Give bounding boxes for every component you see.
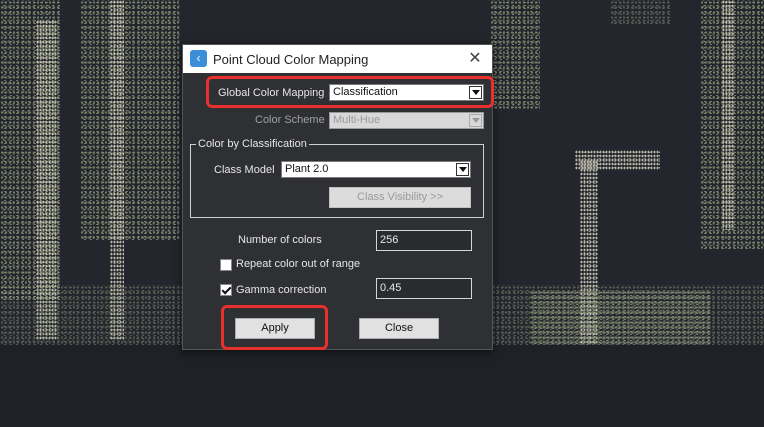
- chevron-down-icon[interactable]: [469, 114, 482, 127]
- point-cloud-pipe: [722, 0, 734, 230]
- repeat-color-label: Repeat color out of range: [236, 258, 361, 270]
- point-cloud-color-mapping-dialog: ‹ Point Cloud Color Mapping ✕ Global Col…: [182, 44, 493, 350]
- dialog-title: Point Cloud Color Mapping: [213, 52, 369, 67]
- class-model-dropdown[interactable]: Plant 2.0: [281, 161, 471, 178]
- close-icon[interactable]: ✕: [465, 49, 485, 69]
- point-cloud-structure: [490, 0, 540, 110]
- app-icon: ‹: [190, 50, 207, 67]
- class-model-label: Class Model: [214, 164, 275, 176]
- class-visibility-button[interactable]: Class Visibility >>: [329, 187, 471, 208]
- apply-button[interactable]: Apply: [235, 318, 315, 339]
- close-button[interactable]: Close: [359, 318, 439, 339]
- global-color-mapping-dropdown[interactable]: Classification: [329, 84, 484, 101]
- number-of-colors-input[interactable]: 256: [376, 230, 472, 251]
- chevron-down-icon[interactable]: [469, 86, 482, 99]
- floor-area: [0, 345, 764, 427]
- global-color-mapping-label: Global Color Mapping: [218, 87, 325, 99]
- repeat-color-checkbox[interactable]: [220, 259, 232, 271]
- global-color-mapping-value: Classification: [333, 86, 398, 98]
- point-cloud-structure: [80, 0, 180, 240]
- color-scheme-label: Color Scheme: [255, 114, 325, 126]
- gamma-correction-input[interactable]: 0.45: [376, 278, 472, 299]
- gamma-correction-label: Gamma correction: [236, 284, 327, 296]
- color-scheme-value: Multi-Hue: [333, 114, 381, 126]
- number-of-colors-label: Number of colors: [238, 234, 322, 246]
- point-cloud-structure: [610, 0, 670, 25]
- title-bar[interactable]: ‹ Point Cloud Color Mapping ✕: [183, 45, 492, 73]
- chevron-down-icon[interactable]: [456, 163, 469, 176]
- class-model-value: Plant 2.0: [285, 163, 329, 175]
- color-scheme-dropdown[interactable]: Multi-Hue: [329, 112, 484, 129]
- point-cloud-equipment: [530, 290, 710, 345]
- color-by-classification-title: Color by Classification: [196, 138, 309, 150]
- gamma-correction-checkbox[interactable]: [220, 284, 232, 296]
